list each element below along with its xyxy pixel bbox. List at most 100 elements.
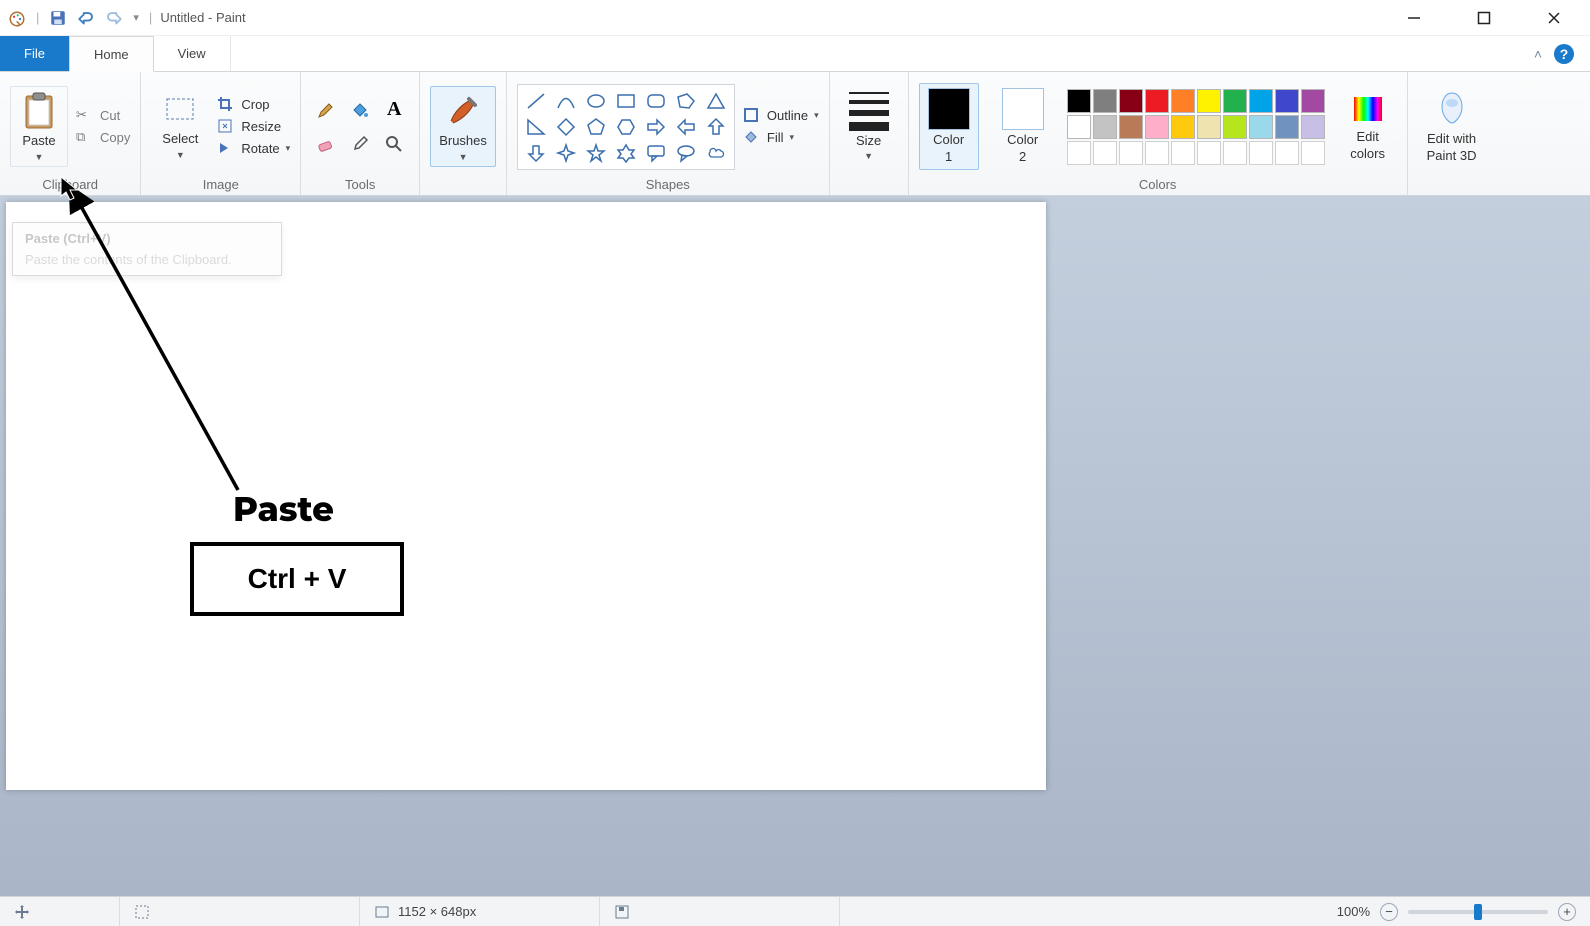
save-icon[interactable] xyxy=(49,9,67,27)
color-swatch[interactable] xyxy=(1301,115,1325,139)
color-swatch[interactable] xyxy=(1067,89,1091,113)
custom-color-slot[interactable] xyxy=(1171,141,1195,165)
shape-oval[interactable] xyxy=(582,89,610,113)
annotation-shortcut-box: Ctrl + V xyxy=(190,542,404,616)
shape-pentagon[interactable] xyxy=(582,115,610,139)
color-picker-tool[interactable] xyxy=(345,129,375,159)
outline-button[interactable]: Outline ▾ xyxy=(743,107,819,125)
shape-rect[interactable] xyxy=(612,89,640,113)
qat-customize-icon[interactable]: ▾ xyxy=(133,11,139,24)
shape-hexagon[interactable] xyxy=(612,115,640,139)
status-cursor-pos xyxy=(0,897,120,926)
rotate-button[interactable]: Rotate ▾ xyxy=(217,140,290,158)
shape-star4[interactable] xyxy=(552,141,580,165)
fill-tool[interactable] xyxy=(345,95,375,125)
shape-round-rect[interactable] xyxy=(642,89,670,113)
color-swatch[interactable] xyxy=(1197,115,1221,139)
help-icon[interactable]: ? xyxy=(1554,44,1574,64)
undo-icon[interactable] xyxy=(77,9,95,27)
color-swatch[interactable] xyxy=(1093,89,1117,113)
shape-callout-cloud[interactable] xyxy=(702,141,730,165)
color-swatch[interactable] xyxy=(1067,115,1091,139)
resize-button[interactable]: Resize xyxy=(217,118,290,136)
custom-color-slot[interactable] xyxy=(1119,141,1143,165)
zoom-slider[interactable] xyxy=(1408,910,1548,914)
shape-arrow-up[interactable] xyxy=(702,115,730,139)
redo-icon[interactable] xyxy=(105,9,123,27)
cut-label: Cut xyxy=(100,108,120,123)
color-swatch[interactable] xyxy=(1249,115,1273,139)
paste-button[interactable]: Paste ▼ xyxy=(10,86,68,166)
cut-button[interactable]: ✂ Cut xyxy=(76,107,130,125)
color-swatch[interactable] xyxy=(1275,89,1299,113)
group-size: Size ▼ . xyxy=(830,72,909,195)
color1-button[interactable]: Color 1 xyxy=(919,83,979,170)
custom-color-slot[interactable] xyxy=(1093,141,1117,165)
copy-icon: ⧉ xyxy=(76,129,94,147)
color1-label: Color 1 xyxy=(933,132,964,165)
shape-star6[interactable] xyxy=(612,141,640,165)
color-swatch[interactable] xyxy=(1171,89,1195,113)
shape-line[interactable] xyxy=(522,89,550,113)
color-swatch[interactable] xyxy=(1145,115,1169,139)
color-swatch[interactable] xyxy=(1171,115,1195,139)
color-swatch[interactable] xyxy=(1119,115,1143,139)
select-button[interactable]: Select ▼ xyxy=(151,88,209,164)
canvas[interactable] xyxy=(6,202,1046,790)
custom-color-slot[interactable] xyxy=(1197,141,1221,165)
color-swatch[interactable] xyxy=(1301,89,1325,113)
paint3d-button[interactable]: Edit with Paint 3D xyxy=(1418,84,1486,169)
minimize-button[interactable] xyxy=(1402,6,1426,30)
shape-diamond[interactable] xyxy=(552,115,580,139)
custom-color-slot[interactable] xyxy=(1301,141,1325,165)
custom-color-slot[interactable] xyxy=(1145,141,1169,165)
color-swatch[interactable] xyxy=(1223,89,1247,113)
zoom-out-button[interactable]: − xyxy=(1380,903,1398,921)
color-swatch[interactable] xyxy=(1223,115,1247,139)
tab-view[interactable]: View xyxy=(154,36,231,71)
tab-home[interactable]: Home xyxy=(69,36,154,72)
color-swatch[interactable] xyxy=(1249,89,1273,113)
custom-color-slot[interactable] xyxy=(1067,141,1091,165)
shape-right-triangle[interactable] xyxy=(522,115,550,139)
maximize-button[interactable] xyxy=(1472,6,1496,30)
size-button[interactable]: Size ▼ xyxy=(840,87,898,166)
custom-color-slot[interactable] xyxy=(1223,141,1247,165)
ribbon-collapse-icon[interactable]: ˄ xyxy=(1534,46,1542,62)
zoom-in-button[interactable]: + xyxy=(1558,903,1576,921)
brushes-button[interactable]: Brushes ▼ xyxy=(430,86,496,166)
shape-callout-rect[interactable] xyxy=(642,141,670,165)
edit-colors-button[interactable]: Edit colors xyxy=(1339,86,1397,167)
color-swatch[interactable] xyxy=(1275,115,1299,139)
copy-button[interactable]: ⧉ Copy xyxy=(76,129,130,147)
disk-icon xyxy=(614,904,630,920)
shape-curve[interactable] xyxy=(552,89,580,113)
eraser-tool[interactable] xyxy=(311,129,341,159)
pencil-tool[interactable] xyxy=(311,95,341,125)
zoom-value: 100% xyxy=(1337,904,1370,919)
text-tool[interactable]: A xyxy=(379,95,409,125)
shape-star5[interactable] xyxy=(582,141,610,165)
crop-button[interactable]: Crop xyxy=(217,96,290,114)
shape-arrow-left[interactable] xyxy=(672,115,700,139)
custom-color-slot[interactable] xyxy=(1275,141,1299,165)
shape-callout-oval[interactable] xyxy=(672,141,700,165)
fill-button[interactable]: Fill ▾ xyxy=(743,129,819,147)
status-file-size xyxy=(600,897,840,926)
group-brushes: Brushes ▼ . xyxy=(420,72,507,195)
shape-arrow-down[interactable] xyxy=(522,141,550,165)
color-swatch[interactable] xyxy=(1145,89,1169,113)
shape-arrow-right[interactable] xyxy=(642,115,670,139)
color-swatch[interactable] xyxy=(1197,89,1221,113)
shape-triangle[interactable] xyxy=(702,89,730,113)
copy-label: Copy xyxy=(100,130,130,145)
color-swatch[interactable] xyxy=(1093,115,1117,139)
close-button[interactable] xyxy=(1542,6,1566,30)
shape-polygon[interactable] xyxy=(672,89,700,113)
color2-button[interactable]: Color 2 xyxy=(993,83,1053,170)
color-swatch[interactable] xyxy=(1119,89,1143,113)
tab-file[interactable]: File xyxy=(0,36,69,71)
shapes-gallery[interactable] xyxy=(517,84,735,170)
magnifier-tool[interactable] xyxy=(379,129,409,159)
custom-color-slot[interactable] xyxy=(1249,141,1273,165)
